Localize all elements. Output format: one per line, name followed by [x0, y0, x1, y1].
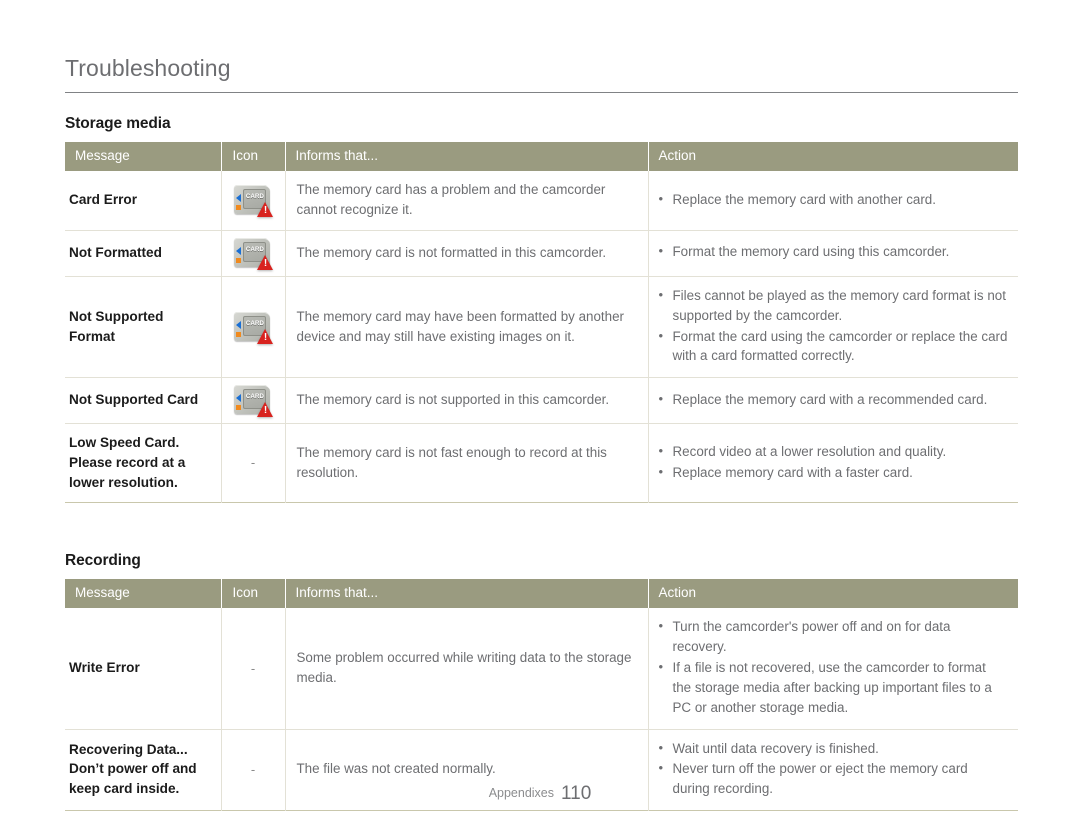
cell-icon: CARD !	[221, 171, 286, 231]
cell-message: Not Formatted	[65, 230, 222, 277]
column-header-action: Action	[648, 579, 1018, 609]
action-list: Format the memory card using this camcor…	[658, 241, 1009, 262]
cell-informs: The memory card may have been formatted …	[285, 276, 649, 379]
table-row: Not Formatted CARD ! The memory card is …	[65, 230, 1018, 277]
no-icon-placeholder: -	[250, 761, 256, 777]
cell-informs: The memory card has a problem and the ca…	[285, 171, 649, 231]
card-warning-icon: CARD !	[233, 384, 273, 418]
no-icon-placeholder: -	[250, 660, 256, 676]
cell-message: Card Error	[65, 171, 222, 231]
card-icon-label: CARD	[245, 194, 265, 201]
table-row: Write Error - Some problem occurred whil…	[65, 608, 1018, 730]
action-list: Replace the memory card with a recommend…	[658, 389, 1009, 410]
cell-informs: The memory card is not fast enough to re…	[285, 423, 649, 503]
storage-media-table: Message Icon Informs that... Action Card…	[65, 142, 1018, 504]
action-item: Format the memory card using this camcor…	[658, 241, 1009, 262]
action-item: Files cannot be played as the memory car…	[658, 285, 1009, 326]
table-header-row: Message Icon Informs that... Action	[65, 579, 1018, 609]
action-item: If a file is not recovered, use the camc…	[658, 657, 1009, 717]
column-header-informs: Informs that...	[285, 142, 649, 172]
action-item: Format the card using the camcorder or r…	[658, 326, 1009, 367]
card-icon-label: CARD	[245, 394, 265, 401]
column-header-action: Action	[648, 142, 1018, 172]
card-warning-icon: CARD !	[233, 310, 273, 344]
title-divider	[65, 92, 1018, 93]
page-footer: Appendixes 110	[0, 783, 1080, 805]
cell-action: Format the memory card using this camcor…	[648, 230, 1018, 277]
cell-message: Low Speed Card. Please record at a lower…	[65, 423, 222, 503]
page-title: Troubleshooting	[65, 55, 231, 81]
cell-informs: Some problem occurred while writing data…	[285, 608, 649, 730]
action-list: Replace the memory card with another car…	[658, 189, 1009, 210]
column-header-message: Message	[65, 142, 222, 172]
cell-action: Replace the memory card with a recommend…	[648, 377, 1018, 425]
table-body-storage: Card Error CARD ! The memory card has a …	[65, 171, 1018, 503]
cell-informs: The memory card is not supported in this…	[285, 377, 649, 425]
cell-icon: CARD !	[221, 230, 286, 277]
action-item: Turn the camcorder's power off and on fo…	[658, 616, 1009, 657]
table-row: Card Error CARD ! The memory card has a …	[65, 171, 1018, 231]
footer-label: Appendixes	[488, 786, 555, 800]
table-header-recording: Message Icon Informs that... Action	[65, 579, 1018, 609]
card-warning-icon: CARD !	[233, 184, 273, 218]
card-icon-label: CARD	[245, 320, 265, 327]
recording-table: Message Icon Informs that... Action Writ…	[65, 579, 1018, 812]
table-body-recording: Write Error - Some problem occurred whil…	[65, 608, 1018, 811]
card-icon-label: CARD	[245, 246, 265, 253]
action-item: Record video at a lower resolution and q…	[658, 441, 1009, 462]
action-list: Turn the camcorder's power off and on fo…	[658, 616, 1009, 717]
card-warning-icon: CARD !	[233, 236, 273, 270]
section-heading-storage-media: Storage media	[65, 115, 171, 132]
table-row: Low Speed Card. Please record at a lower…	[65, 423, 1018, 503]
action-item: Wait until data recovery is finished.	[658, 738, 1009, 759]
table-header-row: Message Icon Informs that... Action	[65, 142, 1018, 172]
section-heading-recording: Recording	[65, 552, 141, 570]
cell-icon: CARD !	[221, 276, 286, 379]
cell-action: Record video at a lower resolution and q…	[648, 424, 1018, 503]
action-item: Replace memory card with a faster card.	[658, 462, 1009, 483]
cell-message: Write Error	[65, 608, 222, 730]
cell-message: Not Supported Card	[65, 377, 222, 425]
column-header-icon: Icon	[221, 142, 286, 172]
column-header-message: Message	[65, 579, 222, 609]
action-item: Replace the memory card with a recommend…	[658, 389, 1009, 410]
action-list: Record video at a lower resolution and q…	[658, 441, 1009, 483]
no-icon-placeholder: -	[250, 455, 256, 471]
cell-icon: -	[221, 608, 286, 730]
column-header-icon: Icon	[221, 579, 286, 609]
action-list: Files cannot be played as the memory car…	[658, 285, 1009, 367]
cell-action: Files cannot be played as the memory car…	[648, 276, 1018, 379]
page-content: Troubleshooting Storage media Message Ic…	[65, 55, 1018, 812]
action-item: Replace the memory card with another car…	[658, 189, 1009, 210]
document-page: Troubleshooting Storage media Message Ic…	[0, 0, 1080, 825]
table-row: Not Supported Format CARD ! The memory c…	[65, 276, 1018, 379]
cell-icon: -	[221, 423, 286, 503]
cell-message: Not Supported Format	[65, 276, 222, 379]
table-header-storage: Message Icon Informs that... Action	[65, 142, 1018, 172]
cell-action: Replace the memory card with another car…	[648, 171, 1018, 231]
cell-action: Turn the camcorder's power off and on fo…	[648, 608, 1018, 730]
table-row: Not Supported Card CARD ! The memory car…	[65, 377, 1018, 425]
cell-icon: CARD !	[221, 377, 286, 425]
page-number: 110	[561, 783, 592, 804]
column-header-informs: Informs that...	[285, 579, 649, 609]
cell-informs: The memory card is not formatted in this…	[285, 230, 649, 277]
